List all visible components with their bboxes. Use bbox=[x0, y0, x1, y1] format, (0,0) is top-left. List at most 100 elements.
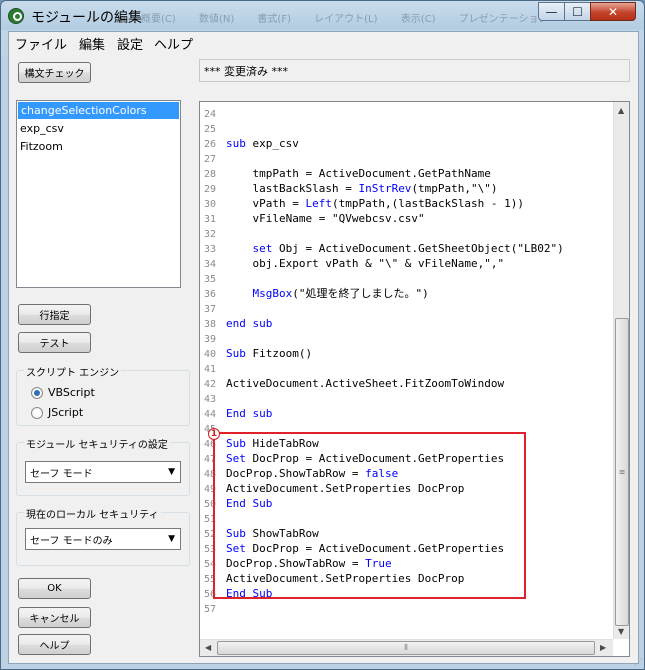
code-line[interactable]: 31 vFileName = "QVwebcsv.csv" bbox=[200, 211, 613, 226]
module-item-exp-csv[interactable]: exp_csv bbox=[17, 120, 180, 138]
ok-button[interactable]: OK bbox=[18, 578, 91, 599]
line-number: 36 bbox=[203, 289, 216, 300]
code-text: ("処理を終了しました。") bbox=[292, 287, 429, 300]
code-text: vFileName = "QVwebcsv.csv" bbox=[226, 212, 425, 225]
vertical-scroll-thumb[interactable]: ≡ bbox=[615, 318, 629, 626]
vbscript-radio[interactable]: VBScript bbox=[31, 386, 95, 399]
module-item-changeselectioncolors[interactable]: changeSelectionColors bbox=[18, 102, 179, 119]
jscript-radio[interactable]: JScript bbox=[31, 406, 83, 419]
vertical-scrollbar[interactable]: ▲ ≡ ▼ bbox=[613, 102, 629, 639]
code-keyword: sub bbox=[226, 137, 246, 150]
module-security-group: モジュール セキュリティの設定 セーフ モード ▼ bbox=[16, 436, 190, 496]
code-line[interactable]: 43 bbox=[200, 391, 613, 406]
code-line[interactable]: 39 bbox=[200, 331, 613, 346]
code-line[interactable]: 33 set Obj = ActiveDocument.GetSheetObje… bbox=[200, 241, 613, 256]
code-line[interactable]: 34 obj.Export vPath & "\" & vFileName,",… bbox=[200, 256, 613, 271]
window-title: モジュールの編集 bbox=[31, 10, 143, 26]
code-line[interactable]: 38 end sub bbox=[200, 316, 613, 331]
line-number: 30 bbox=[203, 199, 216, 210]
goto-line-button[interactable]: 行指定 bbox=[18, 304, 91, 325]
maximize-button[interactable]: ☐ bbox=[564, 2, 591, 21]
code-keyword: Sub bbox=[226, 347, 246, 360]
code-line[interactable]: 37 bbox=[200, 301, 613, 316]
module-list[interactable]: changeSelectionColors exp_csv Fitzoom bbox=[16, 100, 181, 288]
line-number: 38 bbox=[203, 319, 216, 330]
code-text: obj.Export vPath & "\" & vFileName,"," bbox=[226, 257, 505, 270]
horizontal-scroll-thumb[interactable]: ⦀ bbox=[217, 641, 595, 655]
code-line[interactable]: 29 lastBackSlash = InStrRev(tmpPath,"\") bbox=[200, 181, 613, 196]
menu-help[interactable]: ヘルプ bbox=[154, 34, 193, 53]
code-line[interactable]: 30 vPath = Left(tmpPath,(lastBackSlash -… bbox=[200, 196, 613, 211]
line-number: 35 bbox=[203, 274, 216, 285]
title-bar[interactable]: モジュールの編集 概要(C) 数値(N) 書式(F) レイアウト(L) 表示(C… bbox=[1, 1, 644, 31]
code-line[interactable]: 44 End sub bbox=[200, 406, 613, 421]
horizontal-scrollbar[interactable]: ◀ ⦀ ▶ bbox=[200, 639, 613, 656]
code-line[interactable]: 35 bbox=[200, 271, 613, 286]
menu-edit[interactable]: 編集 bbox=[79, 34, 105, 53]
cancel-button[interactable]: キャンセル bbox=[18, 607, 91, 628]
grip-icon: ≡ bbox=[618, 467, 626, 477]
radio-selected-icon bbox=[31, 386, 43, 399]
line-number: 24 bbox=[203, 109, 216, 120]
module-editor-window: モジュールの編集 概要(C) 数値(N) 書式(F) レイアウト(L) 表示(C… bbox=[0, 0, 645, 670]
module-security-select[interactable]: セーフ モード ▼ bbox=[25, 461, 181, 483]
code-text: vPath = bbox=[226, 197, 306, 210]
jscript-label: JScript bbox=[48, 406, 84, 419]
code-line[interactable]: 25 bbox=[200, 121, 613, 136]
code-line[interactable]: 57 bbox=[200, 601, 613, 616]
code-keyword: end sub bbox=[226, 317, 273, 330]
local-security-label: 現在のローカル セキュリティ bbox=[24, 506, 161, 521]
code-text: (tmpPath,(lastBackSlash - 1)) bbox=[331, 197, 525, 210]
line-number: 28 bbox=[203, 169, 216, 180]
line-number: 26 bbox=[203, 139, 216, 150]
resize-grip-icon[interactable]: ⋰ bbox=[634, 658, 643, 668]
local-security-select[interactable]: セーフ モードのみ ▼ bbox=[25, 528, 181, 550]
scroll-up-icon[interactable]: ▲ bbox=[618, 106, 624, 115]
scroll-left-icon[interactable]: ◀ bbox=[205, 643, 211, 652]
local-security-value: セーフ モードのみ bbox=[30, 536, 113, 547]
code-keyword: Left bbox=[305, 197, 332, 210]
code-line[interactable]: 42 ActiveDocument.ActiveSheet.FitZoomToWi… bbox=[200, 376, 613, 391]
scroll-right-icon[interactable]: ▶ bbox=[600, 643, 606, 652]
module-security-value: セーフ モード bbox=[30, 469, 93, 480]
background-tabs: 概要(C) 数値(N) 書式(F) レイアウト(L) 表示(C) プレゼンテーシ… bbox=[141, 14, 549, 25]
menu-settings[interactable]: 設定 bbox=[117, 34, 143, 53]
code-text: ActiveDocument.ActiveSheet.FitZoomToWind… bbox=[226, 377, 505, 390]
code-text: Obj = ActiveDocument.GetSheetObject("LB0… bbox=[272, 242, 564, 255]
test-button[interactable]: テスト bbox=[18, 332, 91, 353]
code-line[interactable]: 32 bbox=[200, 226, 613, 241]
line-number: 40 bbox=[203, 349, 216, 360]
line-number: 31 bbox=[203, 214, 216, 225]
line-number: 27 bbox=[203, 154, 216, 165]
code-line[interactable]: 24 bbox=[200, 106, 613, 121]
script-engine-group: スクリプト エンジン VBScript JScript bbox=[16, 364, 190, 426]
line-number: 37 bbox=[203, 304, 216, 315]
annotation-marker: 1 bbox=[208, 428, 220, 440]
scroll-down-icon[interactable]: ▼ bbox=[618, 627, 624, 636]
line-number: 44 bbox=[203, 409, 216, 420]
code-line[interactable]: 26 sub exp_csv bbox=[200, 136, 613, 151]
module-item-fitzoom[interactable]: Fitzoom bbox=[17, 138, 180, 156]
minimize-button[interactable]: — bbox=[538, 2, 565, 21]
code-line[interactable]: 27 bbox=[200, 151, 613, 166]
syntax-check-button[interactable]: 構文チェック bbox=[18, 62, 91, 83]
code-keyword: End sub bbox=[226, 407, 273, 420]
minimize-icon: — bbox=[545, 4, 558, 19]
line-number: 34 bbox=[203, 259, 216, 270]
help-button[interactable]: ヘルプ bbox=[18, 634, 91, 655]
code-keyword: MsgBox bbox=[252, 287, 293, 300]
modified-status: *** 変更済み *** bbox=[199, 59, 630, 82]
code-text: (tmpPath,"\") bbox=[411, 182, 498, 195]
menu-bar: ファイル 編集 設定 ヘルプ bbox=[9, 32, 638, 53]
code-line[interactable]: 40 Sub Fitzoom() bbox=[200, 346, 613, 361]
vbscript-label: VBScript bbox=[48, 386, 95, 399]
menu-file[interactable]: ファイル bbox=[15, 34, 67, 53]
close-icon: ✕ bbox=[607, 4, 619, 19]
code-line[interactable]: 28 tmpPath = ActiveDocument.GetPathName bbox=[200, 166, 613, 181]
dropdown-arrow-icon: ▼ bbox=[168, 467, 175, 477]
code-line[interactable]: 36 MsgBox("処理を終了しました。") bbox=[200, 286, 613, 301]
code-line[interactable]: 41 bbox=[200, 361, 613, 376]
radio-unselected-icon bbox=[31, 406, 43, 419]
close-button[interactable]: ✕ bbox=[590, 2, 636, 21]
